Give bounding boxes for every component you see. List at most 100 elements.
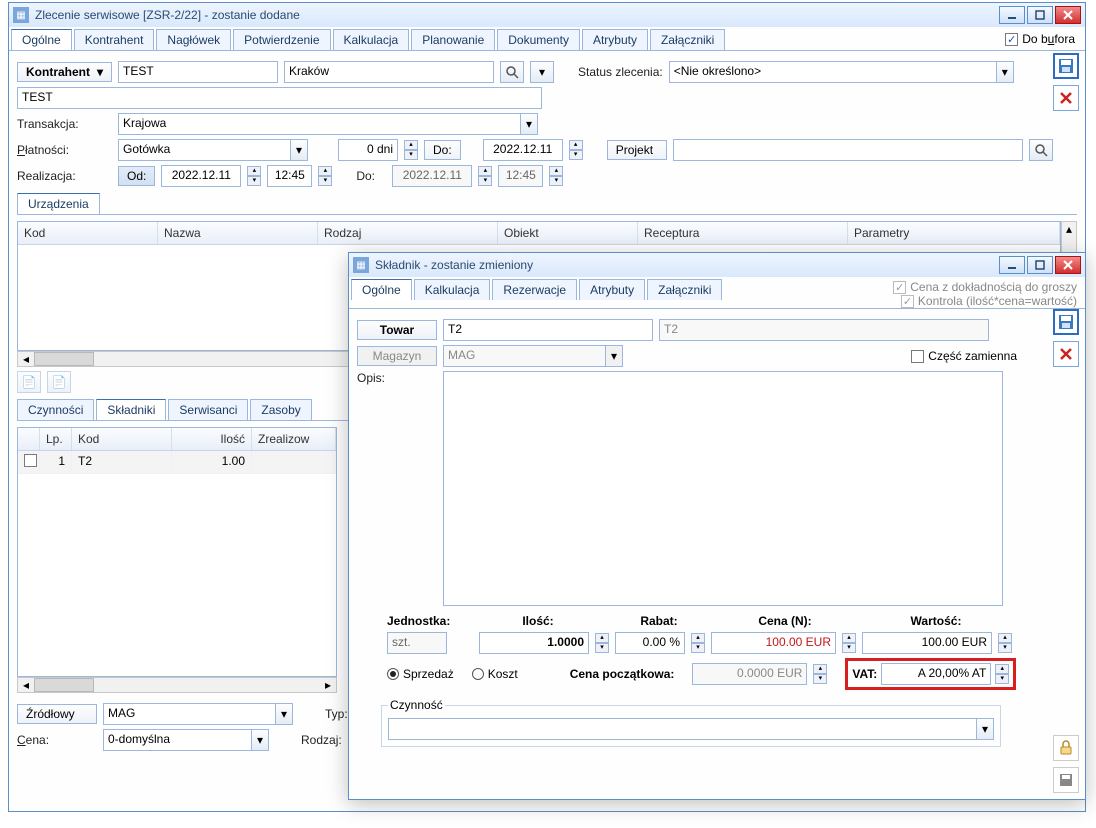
sub-maximize-button[interactable] [1027, 256, 1053, 274]
platnosci-combo-arrow[interactable]: ▾ [290, 139, 308, 161]
tab-dokumenty[interactable]: Dokumenty [497, 29, 580, 50]
vat-spinner[interactable]: ▴▾ [995, 664, 1009, 684]
dni-input[interactable]: 0 dni [338, 139, 398, 161]
minimize-button[interactable] [999, 6, 1025, 24]
g2-col-ilosc[interactable]: Ilość [172, 428, 252, 450]
grid1-col-parametry[interactable]: Parametry [848, 222, 1060, 244]
sub-close-button[interactable] [1055, 256, 1081, 274]
do2-date-spinner[interactable]: ▴▾ [478, 166, 492, 186]
do-date-input[interactable]: 2022.12.11 [483, 139, 563, 161]
do2-date-input[interactable]: 2022.12.11 [392, 165, 472, 187]
zrodlowy-button[interactable]: Źródłowy [17, 704, 97, 724]
czynnosc-combo[interactable] [388, 718, 976, 740]
status-combo-arrow[interactable]: ▾ [996, 61, 1014, 83]
sub-tab-atrybuty[interactable]: Atrybuty [579, 279, 645, 300]
towar-button[interactable]: Towar [357, 320, 437, 340]
sub-tab-zalaczniki[interactable]: Załączniki [647, 279, 722, 300]
sub-tab-ogolne[interactable]: Ogólne [351, 279, 412, 300]
grid2-hscroll[interactable]: ◂▸ [17, 677, 337, 693]
row-checkbox[interactable] [24, 454, 37, 467]
close-button[interactable] [1055, 6, 1081, 24]
components-grid[interactable]: Lp. Kod Ilość Zrealizow 1 T2 1.00 [17, 427, 337, 677]
maximize-button[interactable] [1027, 6, 1053, 24]
kontrahent-drop-button[interactable]: ▾ [530, 61, 554, 83]
projekt-button[interactable]: Projekt [607, 140, 667, 160]
ilosc-input[interactable]: 1.0000 [479, 632, 589, 654]
sub-tab-kalkulacja[interactable]: Kalkulacja [414, 279, 491, 300]
koszt-radio[interactable]: Koszt [472, 667, 518, 681]
doc-tool-1[interactable]: 📄 [17, 371, 41, 393]
czesc-zamienna-checkbox[interactable]: Część zamienna [911, 349, 1017, 363]
grid1-col-kod[interactable]: Kod [18, 222, 158, 244]
od-date-input[interactable]: 2022.12.11 [161, 165, 241, 187]
do-button[interactable]: Do: [424, 140, 461, 160]
bt-zasoby[interactable]: Zasoby [250, 399, 311, 420]
tab-kontrahent[interactable]: Kontrahent [74, 29, 155, 50]
kontrahent-code-input[interactable]: TEST [118, 61, 278, 83]
zrodlowy-combo[interactable]: MAG [103, 703, 275, 725]
sub-minimize-button[interactable] [999, 256, 1025, 274]
towar-code-input[interactable]: T2 [443, 319, 653, 341]
g2-col-zreal[interactable]: Zrealizow [252, 428, 336, 450]
grid1-col-nazwa[interactable]: Nazwa [158, 222, 318, 244]
bt-skladniki[interactable]: Składniki [96, 399, 166, 420]
tab-zalaczniki[interactable]: Załączniki [650, 29, 725, 50]
wartosc-input[interactable]: 100.00 EUR [862, 632, 992, 654]
status-combo[interactable]: <Nie określono> [669, 61, 996, 83]
do2-time-input[interactable]: 12:45 [498, 165, 543, 187]
rabat-spinner[interactable]: ▴▾ [691, 633, 705, 653]
tab-potwierdzenie[interactable]: Potwierdzenie [233, 29, 330, 50]
kontrahent-name-input[interactable]: TEST [17, 87, 542, 109]
do-bufora-checkbox[interactable]: Do bufora [1005, 32, 1075, 46]
lock-icon[interactable] [1053, 735, 1079, 761]
sub-delete-button[interactable] [1053, 341, 1079, 367]
tab-naglowek[interactable]: Nagłówek [156, 29, 231, 50]
od-time-input[interactable]: 12:45 [267, 165, 312, 187]
grid1-col-rodzaj[interactable]: Rodzaj [318, 222, 498, 244]
cena-combo[interactable]: 0-domyślna [103, 729, 251, 751]
projekt-input[interactable] [673, 139, 1023, 161]
dni-spinner[interactable]: ▴▾ [404, 140, 418, 160]
vat-input[interactable]: A 20,00% AT [881, 663, 991, 685]
g2-col-lp[interactable]: Lp. [40, 428, 72, 450]
tab-planowanie[interactable]: Planowanie [411, 29, 495, 50]
cenaN-spinner[interactable]: ▴▾ [842, 633, 856, 653]
tab-ogolne[interactable]: Ogólne [11, 29, 72, 50]
rabat-input[interactable]: 0.00 % [615, 632, 685, 654]
bt-czynnosci[interactable]: Czynności [17, 399, 94, 420]
cenaN-input[interactable]: 100.00 EUR [711, 632, 836, 654]
kontrahent-city-input[interactable]: Kraków [284, 61, 494, 83]
do2-time-spinner[interactable]: ▴▾ [549, 166, 563, 186]
status-label: Status zlecenia: [578, 65, 663, 79]
doc-tool-2[interactable]: 📄 [47, 371, 71, 393]
od-time-spinner[interactable]: ▴▾ [318, 166, 332, 186]
save-button[interactable] [1053, 53, 1079, 79]
od-button[interactable]: Od: [118, 166, 155, 186]
grid1-col-receptura[interactable]: Receptura [638, 222, 848, 244]
transakcja-combo-arrow[interactable]: ▾ [520, 113, 538, 135]
delete-button[interactable] [1053, 85, 1079, 111]
jednostka-label: Jednostka: [387, 614, 467, 628]
wartosc-spinner[interactable]: ▴▾ [998, 633, 1012, 653]
transakcja-combo[interactable]: Krajowa [118, 113, 520, 135]
kontrahent-search-button[interactable] [500, 61, 524, 83]
sub-tab-rezerwacje[interactable]: Rezerwacje [492, 279, 577, 300]
od-date-spinner[interactable]: ▴▾ [247, 166, 261, 186]
bt-serwisanci[interactable]: Serwisanci [168, 399, 248, 420]
tab-kalkulacja[interactable]: Kalkulacja [333, 29, 410, 50]
do-date-spinner[interactable]: ▴▾ [569, 140, 583, 160]
urzadzenia-tab[interactable]: Urządzenia [17, 193, 100, 214]
disk-icon[interactable] [1053, 767, 1079, 793]
sprzedaz-radio[interactable]: Sprzedaż [387, 667, 454, 681]
sub-save-button[interactable] [1053, 309, 1079, 335]
ilosc-spinner[interactable]: ▴▾ [595, 633, 609, 653]
g2-col-kod[interactable]: Kod [72, 428, 172, 450]
projekt-search-button[interactable] [1029, 139, 1053, 161]
table-row[interactable]: 1 T2 1.00 [18, 451, 336, 474]
grid1-col-obiekt[interactable]: Obiekt [498, 222, 638, 244]
tab-atrybuty[interactable]: Atrybuty [582, 29, 648, 50]
kontrahent-button[interactable]: Kontrahent ▾ [17, 62, 112, 82]
cena-pocz-spinner[interactable]: ▴▾ [813, 664, 827, 684]
platnosci-combo[interactable]: Gotówka [118, 139, 290, 161]
opis-textarea[interactable] [443, 371, 1003, 606]
